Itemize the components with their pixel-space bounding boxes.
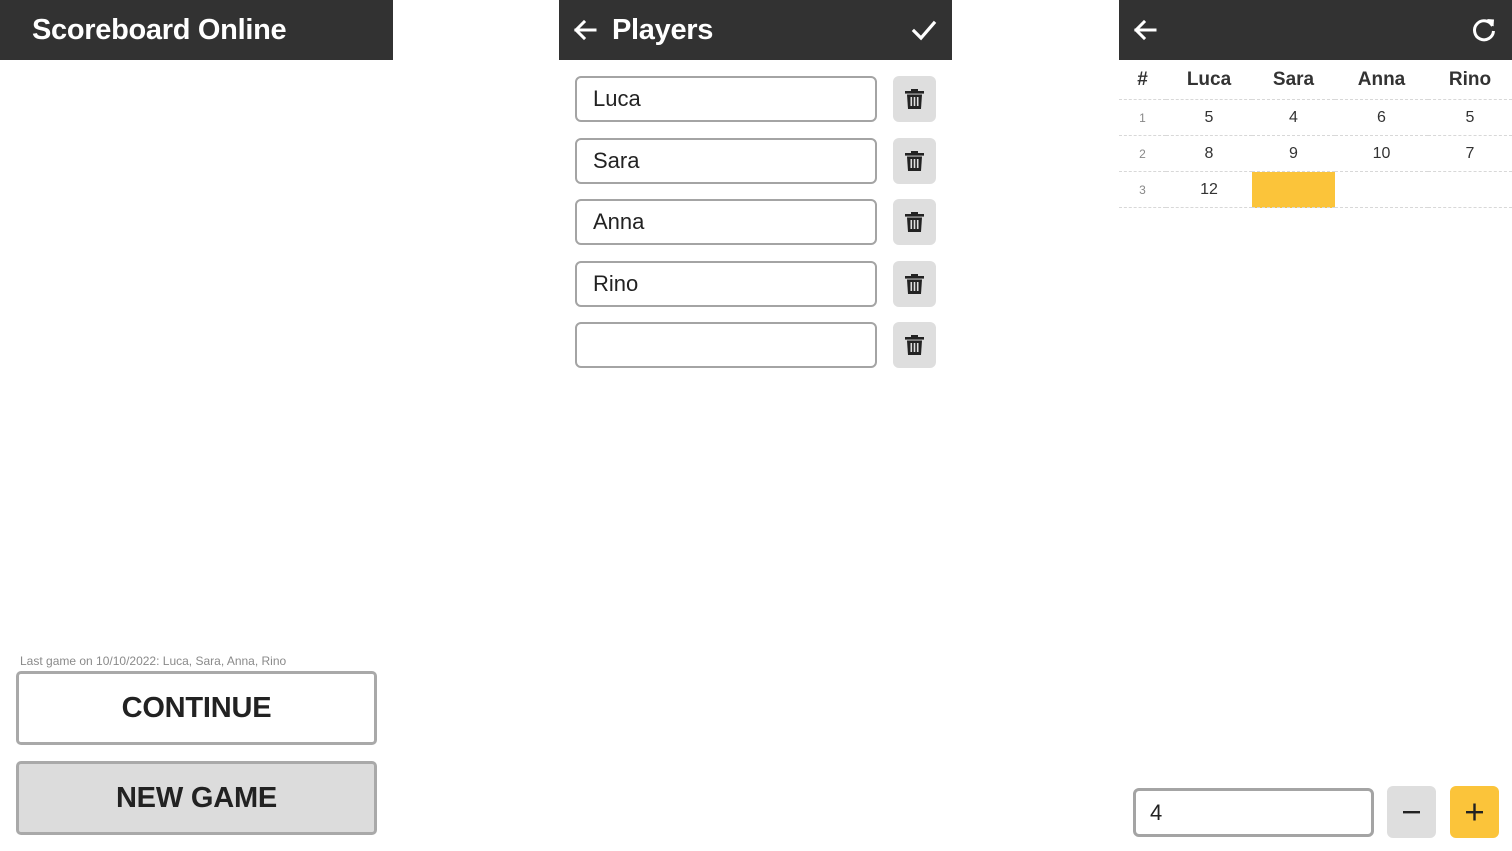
player-row	[575, 261, 936, 307]
round-number: 2	[1119, 135, 1166, 172]
score-cell[interactable]: 12	[1166, 171, 1252, 208]
home-screen: Scoreboard Online Last game on 10/10/202…	[0, 0, 393, 851]
refresh-icon[interactable]	[1468, 14, 1500, 46]
delete-player-button[interactable]	[893, 322, 936, 368]
delete-player-button[interactable]	[893, 76, 936, 122]
players-title: Players	[612, 14, 714, 46]
player-column-header: Sara	[1252, 60, 1335, 100]
trash-icon	[905, 212, 924, 232]
score-cell[interactable]: 9	[1252, 135, 1335, 172]
active-score-cell[interactable]	[1252, 171, 1335, 208]
scoreboard-app-bar	[1119, 0, 1512, 60]
score-row: 2 8 9 10 7	[1119, 135, 1512, 172]
app-title: Scoreboard Online	[32, 14, 287, 46]
player-column-header: Rino	[1428, 60, 1512, 100]
score-cell[interactable]: 4	[1252, 99, 1335, 136]
player-name-input[interactable]	[575, 138, 877, 184]
score-cell[interactable]: 5	[1428, 99, 1512, 136]
score-entry-input[interactable]	[1133, 788, 1374, 837]
back-arrow-icon[interactable]	[1129, 14, 1161, 46]
back-arrow-icon[interactable]	[569, 14, 601, 46]
round-number: 1	[1119, 99, 1166, 136]
player-row	[575, 322, 936, 368]
last-game-info: Last game on 10/10/2022: Luca, Sara, Ann…	[20, 654, 287, 668]
score-cell[interactable]	[1335, 171, 1428, 208]
player-name-input[interactable]	[575, 322, 877, 368]
score-cell[interactable]: 10	[1335, 135, 1428, 172]
score-cell[interactable]: 7	[1428, 135, 1512, 172]
home-app-bar: Scoreboard Online	[0, 0, 393, 60]
decrement-button[interactable]	[1387, 786, 1436, 838]
player-column-header: Luca	[1166, 60, 1252, 100]
check-icon[interactable]	[908, 14, 940, 46]
delete-player-button[interactable]	[893, 261, 936, 307]
delete-player-button[interactable]	[893, 138, 936, 184]
players-app-bar: Players	[559, 0, 952, 60]
new-game-button[interactable]: NEW GAME	[16, 761, 377, 835]
player-name-input[interactable]	[575, 76, 877, 122]
trash-icon	[905, 151, 924, 171]
player-row	[575, 138, 936, 184]
score-cell[interactable]: 6	[1335, 99, 1428, 136]
trash-icon	[905, 274, 924, 294]
score-header-row: # Luca Sara Anna Rino	[1119, 60, 1512, 100]
score-cell[interactable]	[1428, 171, 1512, 208]
round-column-header: #	[1119, 60, 1166, 100]
player-name-input[interactable]	[575, 199, 877, 245]
players-screen: Players	[559, 0, 952, 851]
score-row: 1 5 4 6 5	[1119, 99, 1512, 136]
continue-button[interactable]: CONTINUE	[16, 671, 377, 745]
score-cell[interactable]: 8	[1166, 135, 1252, 172]
trash-icon	[905, 335, 924, 355]
player-column-header: Anna	[1335, 60, 1428, 100]
score-cell[interactable]: 5	[1166, 99, 1252, 136]
score-row: 3 12	[1119, 171, 1512, 208]
increment-button[interactable]	[1450, 786, 1499, 838]
plus-icon	[1466, 803, 1483, 821]
round-number: 3	[1119, 171, 1166, 208]
delete-player-button[interactable]	[893, 199, 936, 245]
scoreboard-screen: # Luca Sara Anna Rino 1 5 4 6 5 2 8 9 10…	[1119, 0, 1512, 851]
player-row	[575, 199, 936, 245]
trash-icon	[905, 89, 924, 109]
player-row	[575, 76, 936, 122]
minus-icon	[1403, 811, 1420, 814]
player-name-input[interactable]	[575, 261, 877, 307]
score-table: # Luca Sara Anna Rino 1 5 4 6 5 2 8 9 10…	[1119, 60, 1512, 208]
